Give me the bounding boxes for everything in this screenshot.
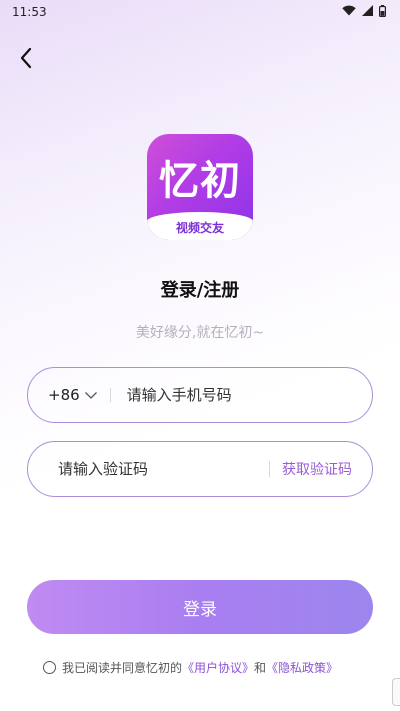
status-icons: [342, 4, 387, 20]
verification-code-input[interactable]: [28, 442, 269, 496]
logo-main-text: 忆初: [159, 158, 241, 204]
status-bar: 11:53: [0, 0, 400, 24]
phone-divider: [109, 388, 111, 402]
phone-input[interactable]: [126, 368, 372, 422]
chevron-down-icon: [84, 386, 98, 404]
side-handle[interactable]: [392, 678, 400, 706]
signal-icon: [362, 5, 373, 19]
slogan: 美好缘分,就在忆初~: [135, 325, 265, 341]
phone-field: +86: [27, 367, 373, 423]
back-button[interactable]: [12, 44, 40, 76]
app-logo: 忆初 视频交友: [147, 134, 253, 240]
status-time: 11:53: [12, 5, 47, 19]
logo-sub-text: 视频交友: [175, 221, 224, 235]
wifi-icon: [342, 5, 356, 19]
privacy-policy-link[interactable]: 《隐私政策》: [266, 659, 338, 676]
code-divider: [269, 461, 270, 477]
agreement-row: 我已阅读并同意忆初的 《用户协议》 和 《隐私政策》: [43, 659, 373, 676]
country-code: +86: [48, 386, 80, 404]
page-title: 登录/注册: [160, 280, 240, 301]
code-field: 获取验证码: [27, 441, 373, 497]
agreement-prefix: 我已阅读并同意忆初的: [62, 661, 183, 675]
country-code-selector[interactable]: +86: [28, 386, 98, 404]
agreement-and: 和: [254, 661, 267, 675]
chevron-left-icon: [19, 47, 33, 73]
login-button[interactable]: 登录: [27, 580, 373, 634]
user-agreement-link[interactable]: 《用户协议》: [182, 659, 254, 676]
agreement-checkbox[interactable]: [43, 661, 56, 674]
battery-icon: [379, 4, 387, 20]
get-code-button[interactable]: 获取验证码: [282, 459, 372, 479]
